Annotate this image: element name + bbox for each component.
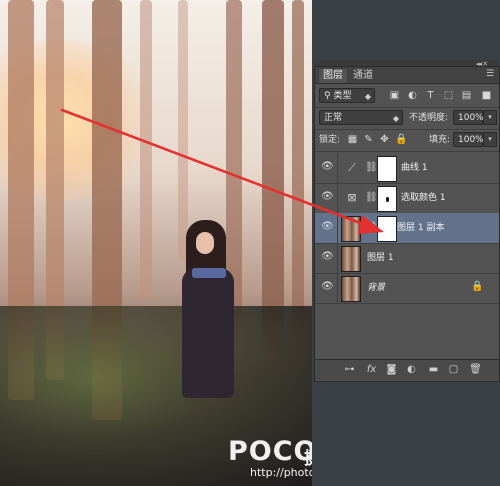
link-chain-icon[interactable]: ⛓ — [365, 192, 378, 203]
visibility-eye-icon[interactable]: 👁 — [321, 192, 334, 202]
photo-canvas: POCO 摄影专题 http://photo.poco.cn/ — [0, 0, 312, 486]
panel-menu-icon[interactable]: ☰ — [486, 69, 494, 79]
tree-trunk — [140, 0, 152, 300]
link-icon[interactable]: ⊶ — [343, 363, 356, 376]
fill-value: 100% — [458, 135, 484, 145]
adjustment-icon[interactable]: ◐ — [405, 363, 418, 376]
shape-filter-icon[interactable]: ⬚ — [443, 90, 454, 101]
new-layer-icon[interactable]: ▢ — [447, 363, 460, 376]
layer-name: 选取颜色 1 — [401, 193, 446, 203]
lock-transparent-icon[interactable]: ▦ — [347, 134, 358, 145]
column-divider — [337, 243, 338, 273]
layer-thumbnail[interactable] — [341, 246, 361, 272]
fill-label: 填充: — [429, 135, 451, 145]
blend-mode-value: 正常 — [324, 113, 343, 123]
layer-list: 👁 ⟋ ⛓ 曲线 1 👁 ⊠ ⛓ 选取颜色 1 👁 ⛓ 图层 1 副本 � — [315, 153, 499, 365]
subject-face — [196, 232, 214, 254]
filter-select[interactable]: ⚲ 类型 ◆ — [319, 88, 375, 103]
column-divider — [337, 273, 338, 303]
fill-input[interactable]: 100% — [453, 132, 484, 147]
trash-icon[interactable]: 🗑 — [469, 363, 482, 376]
tab-channels[interactable]: 通道 — [349, 69, 377, 83]
filter-label: 类型 — [333, 91, 352, 101]
blend-row: 正常 ◆ 不透明度: 100% ▾ — [315, 107, 499, 130]
curves-adjustment-icon: ⟋ — [348, 161, 356, 174]
visibility-eye-icon[interactable]: 👁 — [321, 162, 334, 172]
visibility-eye-icon[interactable]: 👁 — [321, 252, 334, 262]
link-chain-icon[interactable]: ⛓ — [365, 162, 378, 173]
visibility-eye-icon[interactable]: 👁 — [321, 282, 334, 292]
layer-mask-thumbnail[interactable] — [377, 216, 397, 242]
selective-color-icon: ⊠ — [347, 191, 357, 204]
layer-row[interactable]: 👁 背景 🔒 — [315, 273, 499, 304]
lock-row: 锁定: ▦ ✎ ✥ 🔒 填充: 100% ▾ — [315, 129, 499, 152]
type-filter-icon[interactable]: T — [425, 90, 436, 101]
filter-toggle-icon[interactable]: ■ — [481, 90, 492, 101]
tab-layers[interactable]: 图层 — [319, 69, 347, 83]
panel-footer: ⊶ fx ◙ ◐ ▬ ▢ 🗑 — [315, 359, 499, 380]
tree-trunk — [292, 0, 304, 340]
link-chain-icon[interactable]: ⛓ — [365, 222, 378, 233]
folder-icon[interactable]: ▬ — [427, 363, 440, 376]
panel-tabs: 图层 通道 ☰ — [315, 67, 499, 84]
lock-icon: 🔒 — [471, 281, 484, 292]
lock-move-icon[interactable]: ✥ — [379, 134, 390, 145]
visibility-eye-icon[interactable]: 👁 — [321, 222, 334, 232]
blend-mode-select[interactable]: 正常 ◆ — [319, 110, 403, 125]
watermark-url: http://photo.poco.cn/ — [250, 466, 312, 479]
layer-name: 曲线 1 — [401, 163, 428, 173]
layer-row[interactable]: 👁 ⊠ ⛓ 选取颜色 1 — [315, 183, 499, 214]
layer-name: 图层 1 副本 — [397, 223, 445, 233]
lock-paint-icon[interactable]: ✎ — [363, 134, 374, 145]
smart-object-filter-icon[interactable]: ▤ — [461, 90, 472, 101]
layer-mask-thumbnail[interactable] — [377, 156, 397, 182]
fill-dropdown-icon[interactable]: ▾ — [483, 132, 497, 147]
opacity-input[interactable]: 100% — [453, 110, 484, 125]
layer-name: 图层 1 — [367, 253, 394, 263]
lock-all-icon[interactable]: 🔒 — [395, 134, 407, 145]
layer-thumbnail[interactable] — [341, 276, 361, 302]
layer-thumbnail[interactable] — [341, 216, 361, 242]
mask-icon[interactable]: ◙ — [385, 363, 398, 376]
pixel-filter-icon[interactable]: ▣ — [389, 90, 400, 101]
layer-row[interactable]: 👁 图层 1 — [315, 243, 499, 274]
tree-trunk — [178, 0, 188, 260]
layer-row-selected[interactable]: 👁 ⛓ 图层 1 副本 — [315, 213, 499, 244]
opacity-label: 不透明度: — [409, 113, 449, 123]
mask-dot — [386, 197, 389, 202]
layers-panel: 图层 通道 ☰ ⚲ 类型 ◆ ▣ ◐ T ⬚ ▤ ■ 正常 ◆ 不透明度: 10… — [314, 66, 500, 382]
opacity-dropdown-icon[interactable]: ▾ — [483, 110, 497, 125]
column-divider — [337, 213, 338, 243]
layer-row[interactable]: 👁 ⟋ ⛓ 曲线 1 — [315, 153, 499, 184]
column-divider — [337, 183, 338, 213]
chevron-down-icon: ◆ — [364, 92, 371, 101]
adjustment-filter-icon[interactable]: ◐ — [407, 90, 418, 101]
opacity-value: 100% — [458, 113, 484, 123]
column-divider — [337, 153, 338, 183]
layer-mask-thumbnail[interactable] — [377, 186, 397, 212]
lock-label: 锁定: — [319, 135, 341, 145]
fx-icon[interactable]: fx — [365, 363, 378, 376]
chevron-down-icon: ◆ — [392, 114, 399, 123]
layer-name: 背景 — [367, 283, 386, 293]
subject-collar — [192, 268, 226, 278]
watermark-logo: POCO — [228, 436, 312, 467]
subject-body — [182, 268, 234, 398]
filter-row: ⚲ 类型 ◆ ▣ ◐ T ⬚ ▤ ■ — [315, 85, 499, 108]
